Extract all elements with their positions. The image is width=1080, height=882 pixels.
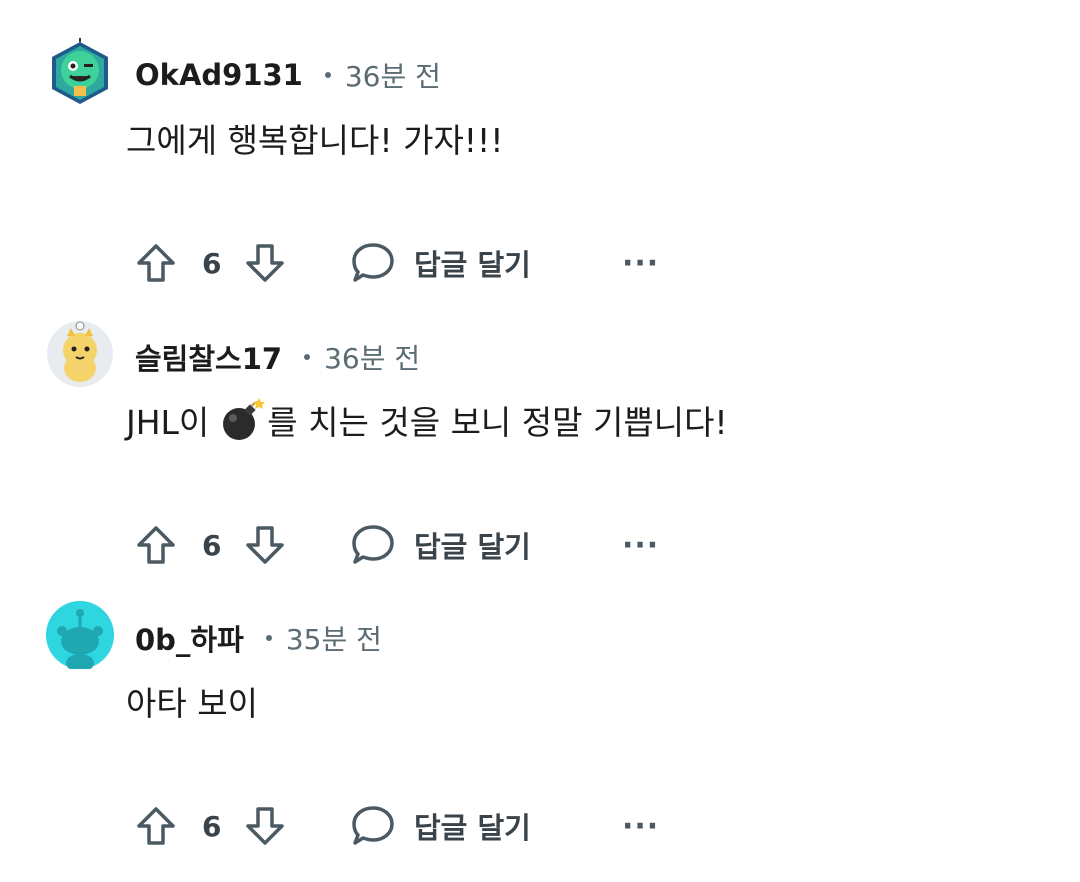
- reply-label: 답글 달기: [414, 811, 531, 845]
- upvote-button[interactable]: [134, 235, 178, 291]
- comment-actions: 6 답글 달기 ···: [0, 798, 1080, 854]
- vote-score: 6: [202, 528, 222, 562]
- green-monster-avatar-icon: [52, 38, 108, 104]
- downvote-arrow-icon: [246, 526, 284, 564]
- user-avatar[interactable]: [46, 38, 114, 106]
- downvote-button[interactable]: [243, 798, 287, 854]
- bomb-icon: [219, 397, 266, 443]
- timestamp: 36분 전: [324, 342, 421, 375]
- upvote-button[interactable]: [134, 798, 178, 854]
- username[interactable]: OkAd9131: [135, 58, 303, 92]
- tiger-avatar-icon: [47, 321, 113, 387]
- comment-text-before: JHL이: [126, 403, 210, 442]
- vote-score: 6: [202, 246, 222, 280]
- username[interactable]: 슬림찰스17: [135, 336, 282, 378]
- upvote-arrow-icon: [137, 807, 175, 845]
- vote-score: 6: [202, 809, 222, 843]
- comment-meta: 슬림찰스17 36분 전: [135, 337, 420, 377]
- downvote-button[interactable]: [243, 235, 287, 291]
- reply-button[interactable]: 답글 달기: [350, 517, 531, 573]
- separator-dot: [265, 635, 272, 641]
- downvote-button[interactable]: [243, 517, 287, 573]
- user-avatar[interactable]: [46, 320, 114, 388]
- downvote-arrow-icon: [246, 244, 284, 282]
- comment-text: 그에게 행복합니다! 가자!!!: [126, 121, 504, 160]
- reply-label: 답글 달기: [414, 248, 531, 282]
- comment-3: 0b_하파 35분 전 아타 보이 6 답글 달기 ···: [0, 601, 1080, 882]
- more-options-button[interactable]: ···: [622, 798, 659, 854]
- speech-bubble-icon: [352, 525, 394, 564]
- separator-dot: [324, 72, 331, 78]
- speech-bubble-icon: [352, 806, 394, 845]
- more-options-button[interactable]: ···: [622, 235, 659, 291]
- comment-body: 그에게 행복합니다! 가자!!!: [126, 114, 504, 162]
- downvote-arrow-icon: [246, 807, 284, 845]
- timestamp: 35분 전: [285, 623, 382, 656]
- upvote-arrow-icon: [137, 244, 175, 282]
- comment-actions: 6 답글 달기 ···: [0, 517, 1080, 573]
- more-options-button[interactable]: ···: [622, 517, 659, 573]
- comment-body: JHL이 를 치는 것을 보니 정말 기쁩니다!: [126, 396, 728, 444]
- upvote-button[interactable]: [134, 517, 178, 573]
- separator-dot: [304, 354, 311, 360]
- username[interactable]: 0b_하파: [135, 617, 244, 659]
- comment-meta: OkAd9131 36분 전: [135, 55, 441, 95]
- reply-button[interactable]: 답글 달기: [350, 798, 531, 854]
- comment-text: 아타 보이: [126, 684, 258, 723]
- user-avatar[interactable]: [46, 601, 114, 669]
- comment-text-after: 를 치는 것을 보니 정말 기쁩니다!: [267, 403, 728, 442]
- upvote-arrow-icon: [137, 526, 175, 564]
- default-snoo-avatar-icon: [46, 601, 114, 669]
- comment-body: 아타 보이: [126, 677, 258, 725]
- comment-actions: 6 답글 달기 ···: [0, 235, 1080, 291]
- comment-1: OkAd9131 36분 전 그에게 행복합니다! 가자!!! 6 답글 달기 …: [0, 38, 1080, 319]
- comment-2: 슬림찰스17 36분 전 JHL이 를 치는 것을 보니 정말 기쁩니다! 6: [0, 320, 1080, 601]
- speech-bubble-icon: [352, 243, 394, 282]
- timestamp: 36분 전: [344, 60, 441, 93]
- reply-button[interactable]: 답글 달기: [350, 235, 531, 291]
- reply-label: 답글 달기: [414, 530, 531, 564]
- comment-meta: 0b_하파 35분 전: [135, 618, 382, 658]
